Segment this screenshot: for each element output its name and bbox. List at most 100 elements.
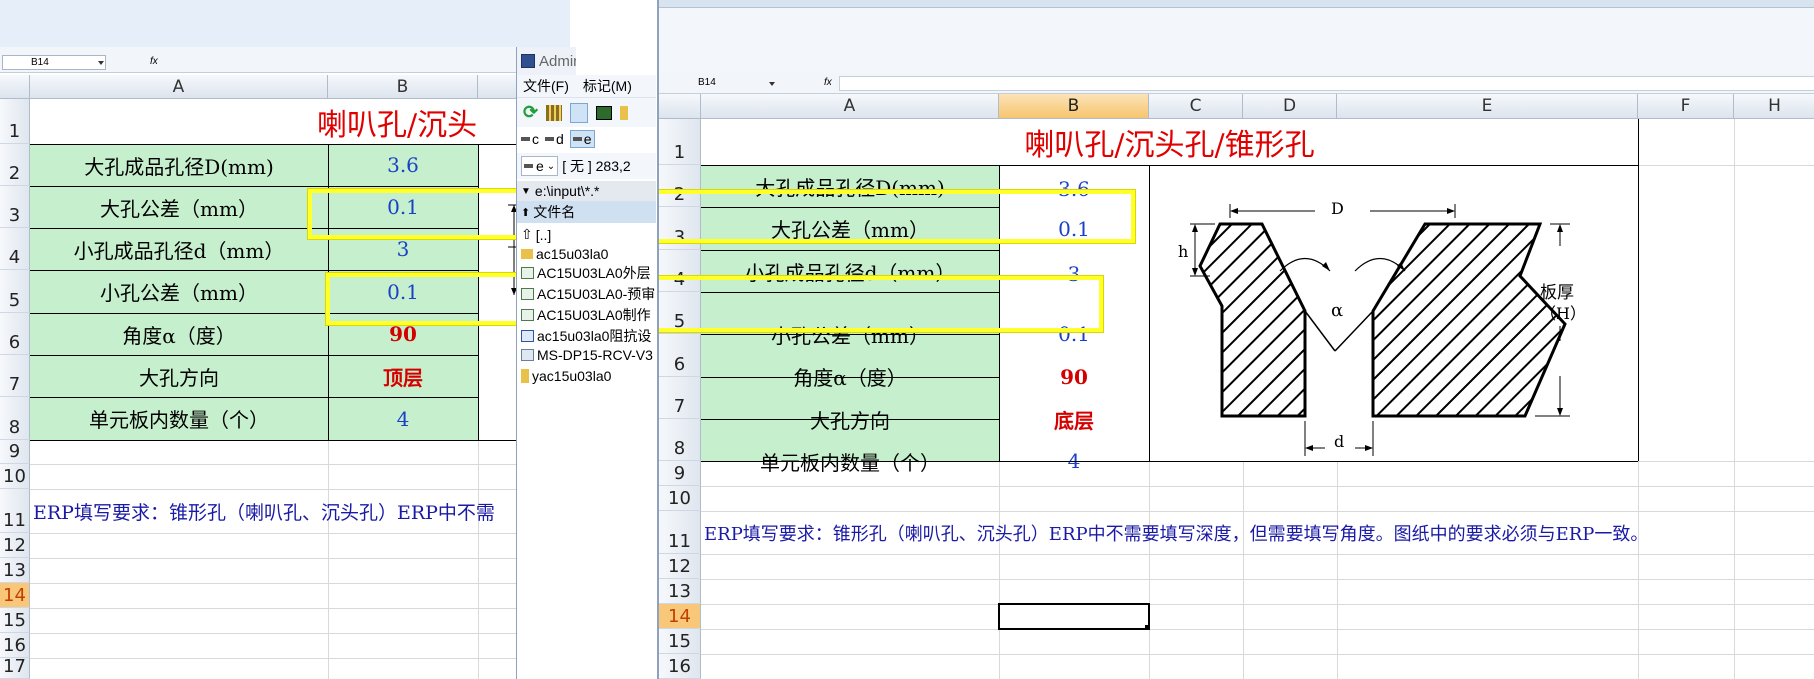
row-header[interactable]: 10 bbox=[659, 486, 701, 511]
drive-select[interactable]: e ⌄ bbox=[521, 156, 559, 176]
row-header[interactable]: 16 bbox=[0, 633, 30, 658]
fx-icon[interactable]: fx bbox=[150, 56, 158, 67]
select-all-corner[interactable] bbox=[0, 75, 30, 99]
row-header[interactable]: 1 bbox=[659, 119, 701, 165]
label-cell[interactable]: 大孔公差（mm） bbox=[30, 186, 328, 228]
col-header-e[interactable]: E bbox=[1337, 94, 1638, 119]
value-cell[interactable]: 90 bbox=[999, 334, 1149, 389]
menu-file[interactable]: 文件(F) bbox=[523, 76, 569, 96]
drive-info: [ 无 ] 283,2 bbox=[562, 158, 631, 174]
right-board-section bbox=[1371, 222, 1567, 418]
up-folder-icon: ⇧ bbox=[521, 226, 533, 242]
drive-info-row: e ⌄ [ 无 ] 283,2 bbox=[517, 153, 656, 179]
row-header[interactable]: 15 bbox=[0, 608, 30, 633]
label-cell[interactable]: 大孔方向 bbox=[30, 355, 328, 397]
col-header-d[interactable]: D bbox=[1243, 94, 1337, 119]
toolbar: ⟳ bbox=[517, 97, 656, 127]
label-cell[interactable]: 单元板内数量（个） bbox=[30, 397, 328, 440]
label-cell[interactable]: 小孔成品孔径d（mm） bbox=[30, 228, 328, 270]
row-header[interactable]: 11 bbox=[0, 489, 30, 533]
row-header[interactable]: 15 bbox=[659, 629, 701, 654]
select-all-corner[interactable] bbox=[659, 94, 701, 119]
path-dropdown-icon[interactable]: ▼ bbox=[521, 186, 531, 197]
name-box[interactable]: B14 bbox=[2, 55, 106, 70]
file-manager-titlebar[interactable]: Administrator^ bbox=[517, 47, 576, 75]
value-cell[interactable]: 4 bbox=[999, 419, 1149, 473]
row-header[interactable]: 10 bbox=[0, 464, 30, 489]
row-header[interactable]: 4 bbox=[0, 228, 30, 270]
countersink-diagram: D h α d 板厚 （H） bbox=[1150, 166, 1638, 461]
fx-icon[interactable]: fx bbox=[824, 77, 832, 88]
col-header-b[interactable]: B bbox=[999, 94, 1149, 119]
name-box-dropdown-icon[interactable] bbox=[769, 82, 775, 86]
drive-c-button[interactable]: c bbox=[521, 131, 539, 147]
row-header[interactable]: 12 bbox=[0, 533, 30, 558]
col-header-f[interactable]: F bbox=[1638, 94, 1734, 119]
erp-note: ERP填写要求：锥形孔（喇叭孔、沉头孔）ERP中不需 bbox=[33, 501, 495, 524]
parent-folder-item[interactable]: ⇧ [..] bbox=[521, 226, 551, 243]
folder-sync-icon[interactable] bbox=[620, 105, 629, 120]
value-cell[interactable]: 底层 bbox=[999, 377, 1149, 433]
left-board-section bbox=[1198, 222, 1307, 418]
drive-e-button[interactable]: e bbox=[569, 130, 595, 148]
save-icon bbox=[521, 54, 535, 68]
label-cell[interactable]: 大孔成品孔径D(mm) bbox=[30, 144, 328, 186]
row-header[interactable]: 1 bbox=[0, 99, 30, 144]
path-bar[interactable]: ▼ e:\input\*.* bbox=[517, 181, 656, 201]
tree-view-icon[interactable] bbox=[570, 102, 589, 123]
spreadsheet-icon bbox=[521, 309, 534, 321]
label-cell[interactable]: 单元板内数量（个） bbox=[701, 419, 999, 475]
file-list-item[interactable]: MS-DP15-RCV-V3 bbox=[521, 347, 653, 363]
file-list-item[interactable]: ac15u03la0阻抗设 bbox=[521, 326, 651, 346]
row-header[interactable]: 7 bbox=[0, 355, 30, 397]
menu-mark[interactable]: 标记(M) bbox=[583, 76, 632, 96]
file-list-item[interactable]: yac15u03la0 bbox=[521, 368, 611, 384]
file-list-item[interactable]: AC15U03LA0制作 bbox=[521, 305, 651, 325]
row-header[interactable]: 12 bbox=[659, 554, 701, 579]
current-path: e:\input\*.* bbox=[534, 183, 600, 199]
label-cell[interactable]: 大孔方向 bbox=[701, 377, 999, 433]
grid-view-icon[interactable] bbox=[546, 104, 563, 121]
row-header-active[interactable]: 14 bbox=[659, 604, 701, 629]
row-header[interactable]: 8 bbox=[659, 419, 701, 461]
row-header[interactable]: 11 bbox=[659, 511, 701, 554]
menu-bar: 文件(F) 标记(M) bbox=[517, 75, 656, 97]
label-cell[interactable]: 角度α（度） bbox=[701, 334, 999, 390]
value-cell[interactable]: 4 bbox=[328, 397, 478, 440]
row-header[interactable]: 16 bbox=[659, 654, 701, 679]
file-list-item[interactable]: ac15u03la0 bbox=[521, 247, 608, 261]
drive-d-button[interactable]: d bbox=[545, 131, 564, 147]
refresh-icon[interactable]: ⟳ bbox=[523, 102, 538, 123]
name-box[interactable]: B14 bbox=[693, 76, 769, 91]
name-box-dropdown-icon[interactable] bbox=[98, 61, 104, 65]
col-header-b[interactable]: B bbox=[328, 75, 478, 99]
label-cell[interactable]: 角度α（度） bbox=[30, 313, 328, 355]
col-header-h[interactable]: H bbox=[1734, 94, 1814, 119]
file-list-item[interactable]: AC15U03LA0外层 bbox=[521, 263, 651, 283]
diagram-label-thickness-sym: （H） bbox=[1540, 304, 1586, 323]
file-list-item[interactable]: AC15U03LA0-预审 bbox=[521, 284, 655, 304]
row-header[interactable]: 6 bbox=[659, 334, 701, 377]
row-header[interactable]: 3 bbox=[0, 186, 30, 228]
row-header[interactable]: 2 bbox=[0, 144, 30, 186]
value-cell[interactable]: 3.6 bbox=[328, 144, 478, 186]
row-header[interactable]: 13 bbox=[659, 579, 701, 604]
row-header[interactable]: 9 bbox=[0, 440, 30, 464]
col-header-a[interactable]: A bbox=[30, 75, 328, 99]
col-header-c[interactable]: C bbox=[1149, 94, 1243, 119]
row-header[interactable]: 5 bbox=[0, 270, 30, 313]
row-header[interactable]: 8 bbox=[0, 397, 30, 440]
thumbnail-icon[interactable] bbox=[596, 105, 613, 120]
filename-column-header[interactable]: ⬆ 文件名 bbox=[517, 201, 656, 223]
value-cell[interactable]: 顶层 bbox=[328, 355, 478, 397]
row-header-active[interactable]: 14 bbox=[0, 583, 30, 608]
selected-cell-b14[interactable] bbox=[998, 603, 1150, 630]
row-header[interactable]: 13 bbox=[0, 558, 30, 583]
row-header[interactable]: 7 bbox=[659, 377, 701, 419]
row-header[interactable]: 17 bbox=[0, 656, 30, 679]
row-header[interactable]: 9 bbox=[659, 461, 701, 486]
col-header-a[interactable]: A bbox=[701, 94, 999, 119]
chevron-down-icon: ⌄ bbox=[546, 160, 556, 172]
label-cell[interactable]: 小孔公差（mm） bbox=[30, 270, 328, 313]
row-header[interactable]: 6 bbox=[0, 313, 30, 355]
